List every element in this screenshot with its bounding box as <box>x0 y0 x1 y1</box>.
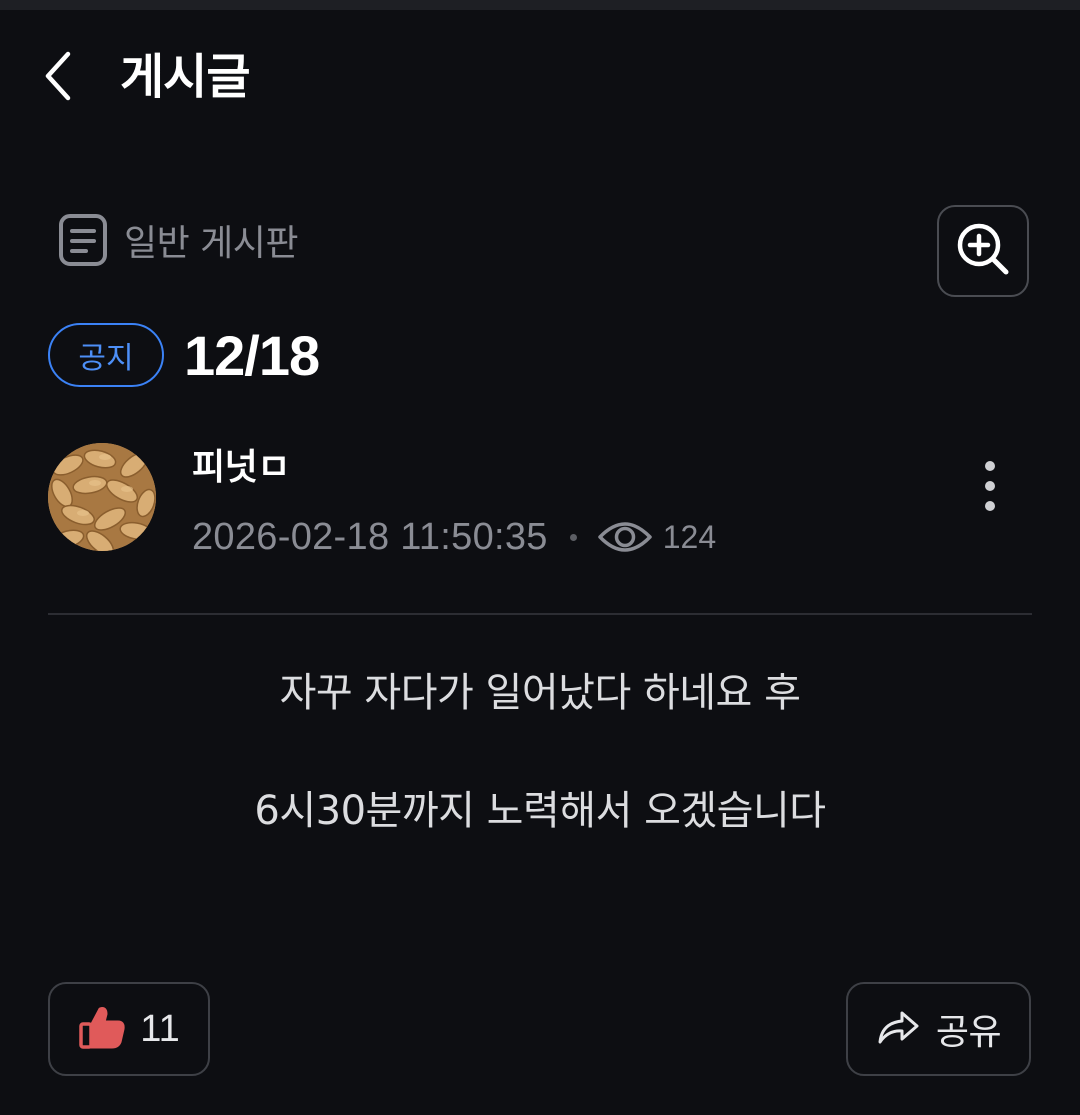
content-divider <box>48 613 1032 615</box>
eye-icon <box>597 517 653 557</box>
board-category[interactable]: 일반 게시판 <box>58 210 299 270</box>
share-icon <box>876 1009 920 1049</box>
share-label: 공유 <box>935 1012 1002 1053</box>
post-title: 12/18 <box>184 323 320 387</box>
app-header: 게시글 <box>0 20 1080 135</box>
more-vertical-icon <box>983 460 997 516</box>
like-button[interactable]: 11 <box>48 982 210 1076</box>
author-name[interactable]: 피넛ㅁ <box>192 443 290 493</box>
author-avatar[interactable] <box>48 443 156 551</box>
zoom-in-button[interactable] <box>937 205 1029 297</box>
page-title: 게시글 <box>120 49 250 105</box>
notice-badge: 공지 <box>48 323 164 387</box>
chevron-left-icon <box>43 51 73 105</box>
peanut-avatar-image <box>48 443 156 551</box>
post-title-row: 공지 12/18 <box>48 322 320 388</box>
post-date: 2026-02-18 11:50:35 <box>192 515 548 558</box>
post-body-line: 6시30분까지 노력해서 오겠습니다 <box>254 788 826 834</box>
zoom-in-icon <box>954 220 1012 282</box>
more-options-button[interactable] <box>968 458 1012 518</box>
board-label: 일반 게시판 <box>124 223 299 264</box>
share-button[interactable]: 공유 <box>846 982 1031 1076</box>
post-meta: 2026-02-18 11:50:35 124 <box>192 512 716 562</box>
back-button[interactable] <box>30 48 86 108</box>
like-count: 11 <box>140 1007 180 1050</box>
view-count: 124 <box>662 518 717 555</box>
document-icon <box>58 212 110 268</box>
thumbs-up-icon <box>78 1004 126 1054</box>
post-body-line: 자꾸 자다가 일어났다 하네요 후 <box>279 670 801 716</box>
top-edge-bar <box>0 0 1080 10</box>
post-body: 자꾸 자다가 일어났다 하네요 후 6시30분까지 노력해서 오겠습니다 <box>48 660 1032 844</box>
separator-dot <box>569 533 577 541</box>
